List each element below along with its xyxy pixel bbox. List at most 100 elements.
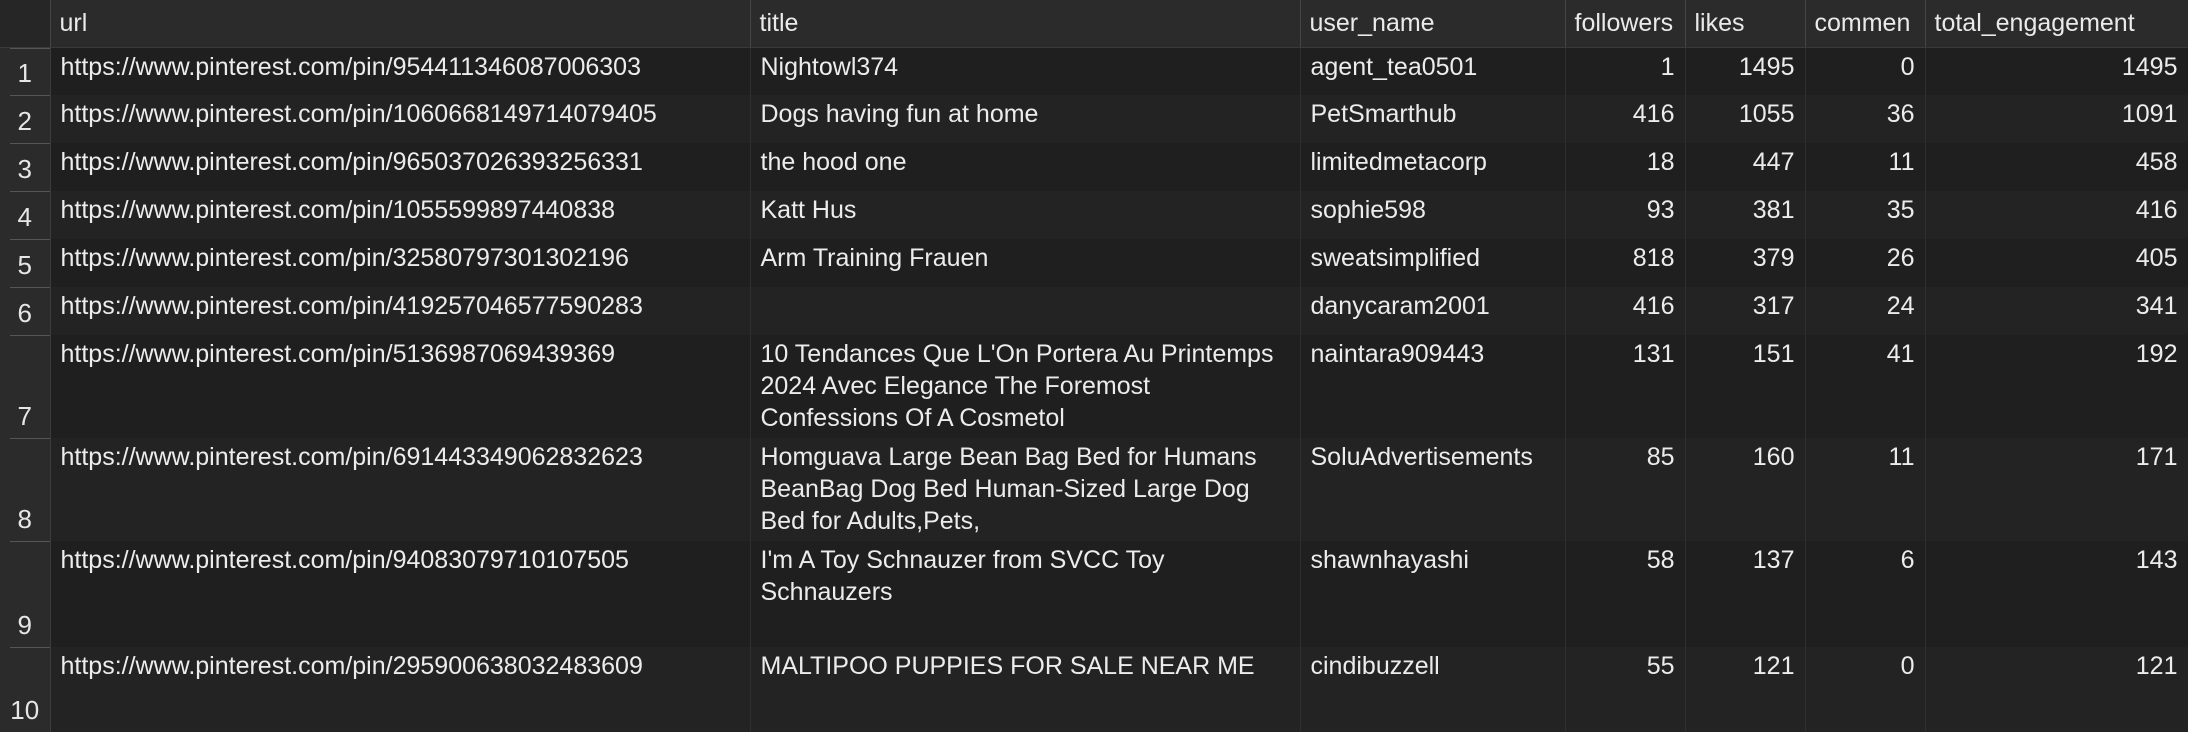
cell-total-engagement[interactable]: 458 — [1925, 143, 2188, 191]
cell-likes[interactable]: 151 — [1685, 335, 1806, 438]
cell-total-engagement[interactable]: 341 — [1925, 287, 2188, 335]
cell-title[interactable]: Nightowl374 — [750, 47, 1301, 95]
table-row[interactable]: 9 https://www.pinterest.com/pin/94083079… — [0, 541, 2188, 647]
table-row[interactable]: 8 https://www.pinterest.com/pin/69144334… — [0, 438, 2188, 541]
cell-followers[interactable]: 416 — [1565, 95, 1686, 143]
cell-followers[interactable]: 85 — [1565, 438, 1686, 541]
table-row[interactable]: 1 https://www.pinterest.com/pin/95441134… — [0, 47, 2188, 95]
cell-comments[interactable]: 35 — [1805, 191, 1926, 239]
cell-comments[interactable]: 41 — [1805, 335, 1926, 438]
cell-title[interactable]: 10 Tendances Que L'On Portera Au Printem… — [750, 335, 1301, 438]
cell-title[interactable]: I'm A Toy Schnauzer from SVCC Toy Schnau… — [750, 541, 1301, 647]
cell-url[interactable]: https://www.pinterest.com/pin/9650370263… — [50, 143, 751, 191]
cell-user-name[interactable]: naintara909443 — [1300, 335, 1566, 438]
cell-likes[interactable]: 381 — [1685, 191, 1806, 239]
cell-url[interactable]: https://www.pinterest.com/pin/1055599897… — [50, 191, 751, 239]
cell-url[interactable]: https://www.pinterest.com/pin/6914433490… — [50, 438, 751, 541]
cell-user-name[interactable]: PetSmarthub — [1300, 95, 1566, 143]
data-grid: url title user_name followers likes comm… — [0, 0, 2188, 732]
row-index[interactable]: 5 — [0, 239, 51, 287]
column-header-user-name[interactable]: user_name — [1300, 0, 1566, 48]
cell-url[interactable]: https://www.pinterest.com/pin/4192570465… — [50, 287, 751, 335]
cell-total-engagement[interactable]: 405 — [1925, 239, 2188, 287]
cell-total-engagement[interactable]: 143 — [1925, 541, 2188, 647]
cell-likes[interactable]: 160 — [1685, 438, 1806, 541]
cell-followers[interactable]: 18 — [1565, 143, 1686, 191]
cell-followers[interactable]: 58 — [1565, 541, 1686, 647]
cell-title[interactable] — [750, 287, 1301, 335]
row-index[interactable]: 7 — [0, 335, 51, 438]
cell-user-name[interactable]: shawnhayashi — [1300, 541, 1566, 647]
table-row[interactable]: 7 https://www.pinterest.com/pin/51369870… — [0, 335, 2188, 438]
table-row[interactable]: 4 https://www.pinterest.com/pin/10555998… — [0, 191, 2188, 239]
cell-url[interactable]: https://www.pinterest.com/pin/1060668149… — [50, 95, 751, 143]
cell-title[interactable]: Dogs having fun at home — [750, 95, 1301, 143]
cell-comments[interactable]: 0 — [1805, 47, 1926, 95]
cell-comments[interactable]: 26 — [1805, 239, 1926, 287]
cell-title[interactable]: Katt Hus — [750, 191, 1301, 239]
cell-user-name[interactable]: sophie598 — [1300, 191, 1566, 239]
column-header-title[interactable]: title — [750, 0, 1301, 48]
cell-comments[interactable]: 11 — [1805, 438, 1926, 541]
table-row[interactable]: 3 https://www.pinterest.com/pin/96503702… — [0, 143, 2188, 191]
cell-url[interactable]: https://www.pinterest.com/pin/3258079730… — [50, 239, 751, 287]
cell-total-engagement[interactable]: 416 — [1925, 191, 2188, 239]
cell-likes[interactable]: 137 — [1685, 541, 1806, 647]
column-header-comments[interactable]: commen — [1805, 0, 1926, 48]
row-index[interactable]: 2 — [0, 95, 51, 143]
cell-total-engagement[interactable]: 171 — [1925, 438, 2188, 541]
row-index[interactable]: 1 — [0, 47, 51, 95]
cell-url[interactable]: https://www.pinterest.com/pin/5136987069… — [50, 335, 751, 438]
cell-user-name[interactable]: cindibuzzell — [1300, 647, 1566, 732]
row-index[interactable]: 6 — [0, 287, 51, 335]
cell-title[interactable]: MALTIPOO PUPPIES FOR SALE NEAR ME — [750, 647, 1301, 732]
cell-likes[interactable]: 447 — [1685, 143, 1806, 191]
column-header-url[interactable]: url — [50, 0, 751, 48]
cell-likes[interactable]: 1055 — [1685, 95, 1806, 143]
cell-user-name[interactable]: sweatsimplified — [1300, 239, 1566, 287]
cell-title[interactable]: Homguava Large Bean Bag Bed for Humans B… — [750, 438, 1301, 541]
table-row[interactable]: 5 https://www.pinterest.com/pin/32580797… — [0, 239, 2188, 287]
cell-likes[interactable]: 317 — [1685, 287, 1806, 335]
header-row: url title user_name followers likes comm… — [0, 0, 2188, 48]
cell-user-name[interactable]: SoluAdvertisements — [1300, 438, 1566, 541]
cell-total-engagement[interactable]: 192 — [1925, 335, 2188, 438]
column-header-total-engagement[interactable]: total_engagement — [1925, 0, 2188, 48]
cell-comments[interactable]: 6 — [1805, 541, 1926, 647]
table-row[interactable]: 6 https://www.pinterest.com/pin/41925704… — [0, 287, 2188, 335]
cell-total-engagement[interactable]: 1495 — [1925, 47, 2188, 95]
cell-comments[interactable]: 11 — [1805, 143, 1926, 191]
cell-comments[interactable]: 24 — [1805, 287, 1926, 335]
cell-user-name[interactable]: danycaram2001 — [1300, 287, 1566, 335]
cell-followers[interactable]: 1 — [1565, 47, 1686, 95]
cell-user-name[interactable]: agent_tea0501 — [1300, 47, 1566, 95]
cell-likes[interactable]: 121 — [1685, 647, 1806, 732]
cell-comments[interactable]: 36 — [1805, 95, 1926, 143]
cell-total-engagement[interactable]: 1091 — [1925, 95, 2188, 143]
cell-followers[interactable]: 55 — [1565, 647, 1686, 732]
cell-user-name[interactable]: limitedmetacorp — [1300, 143, 1566, 191]
column-header-followers[interactable]: followers — [1565, 0, 1686, 48]
cell-followers[interactable]: 416 — [1565, 287, 1686, 335]
cell-title[interactable]: Arm Training Frauen — [750, 239, 1301, 287]
cell-url[interactable]: https://www.pinterest.com/pin/9544113460… — [50, 47, 751, 95]
cell-followers[interactable]: 818 — [1565, 239, 1686, 287]
cell-title[interactable]: the hood one — [750, 143, 1301, 191]
cell-url[interactable]: https://www.pinterest.com/pin/2959006380… — [50, 647, 751, 732]
cell-comments[interactable]: 0 — [1805, 647, 1926, 732]
cell-followers[interactable]: 93 — [1565, 191, 1686, 239]
table-row[interactable]: 10 https://www.pinterest.com/pin/2959006… — [0, 647, 2188, 732]
row-index[interactable]: 9 — [0, 541, 51, 647]
row-index[interactable]: 3 — [0, 143, 51, 191]
cell-followers[interactable]: 131 — [1565, 335, 1686, 438]
row-index[interactable]: 4 — [0, 191, 51, 239]
row-index[interactable]: 10 — [0, 647, 51, 732]
cell-likes[interactable]: 379 — [1685, 239, 1806, 287]
table-row[interactable]: 2 https://www.pinterest.com/pin/10606681… — [0, 95, 2188, 143]
row-index[interactable]: 8 — [0, 438, 51, 541]
cell-url[interactable]: https://www.pinterest.com/pin/9408307971… — [50, 541, 751, 647]
cell-likes[interactable]: 1495 — [1685, 47, 1806, 95]
cell-total-engagement[interactable]: 121 — [1925, 647, 2188, 732]
row-index-header[interactable] — [0, 0, 51, 48]
column-header-likes[interactable]: likes — [1685, 0, 1806, 48]
